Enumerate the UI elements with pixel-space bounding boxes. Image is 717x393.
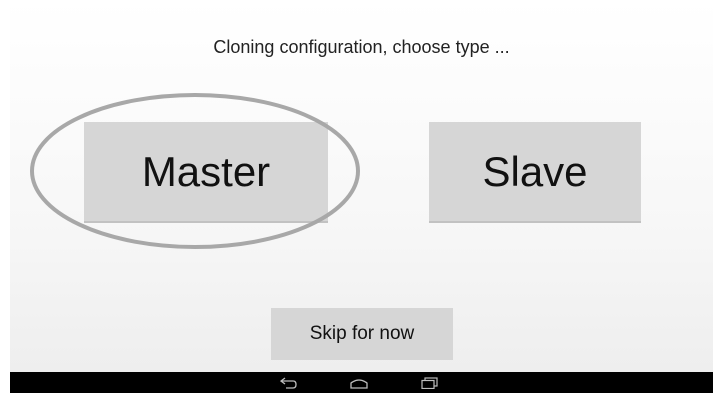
slave-button[interactable]: Slave [429,122,641,223]
recent-apps-icon[interactable] [418,374,442,391]
system-nav-bar [10,372,713,393]
clone-config-screen: Cloning configuration, choose type ... M… [10,0,713,372]
master-button[interactable]: Master [84,122,328,223]
page-title: Cloning configuration, choose type ... [213,37,510,57]
back-icon[interactable] [277,374,301,391]
skip-for-now-button[interactable]: Skip for now [271,308,453,360]
screen: Cloning configuration, choose type ... M… [0,0,717,393]
home-icon[interactable] [347,374,371,391]
